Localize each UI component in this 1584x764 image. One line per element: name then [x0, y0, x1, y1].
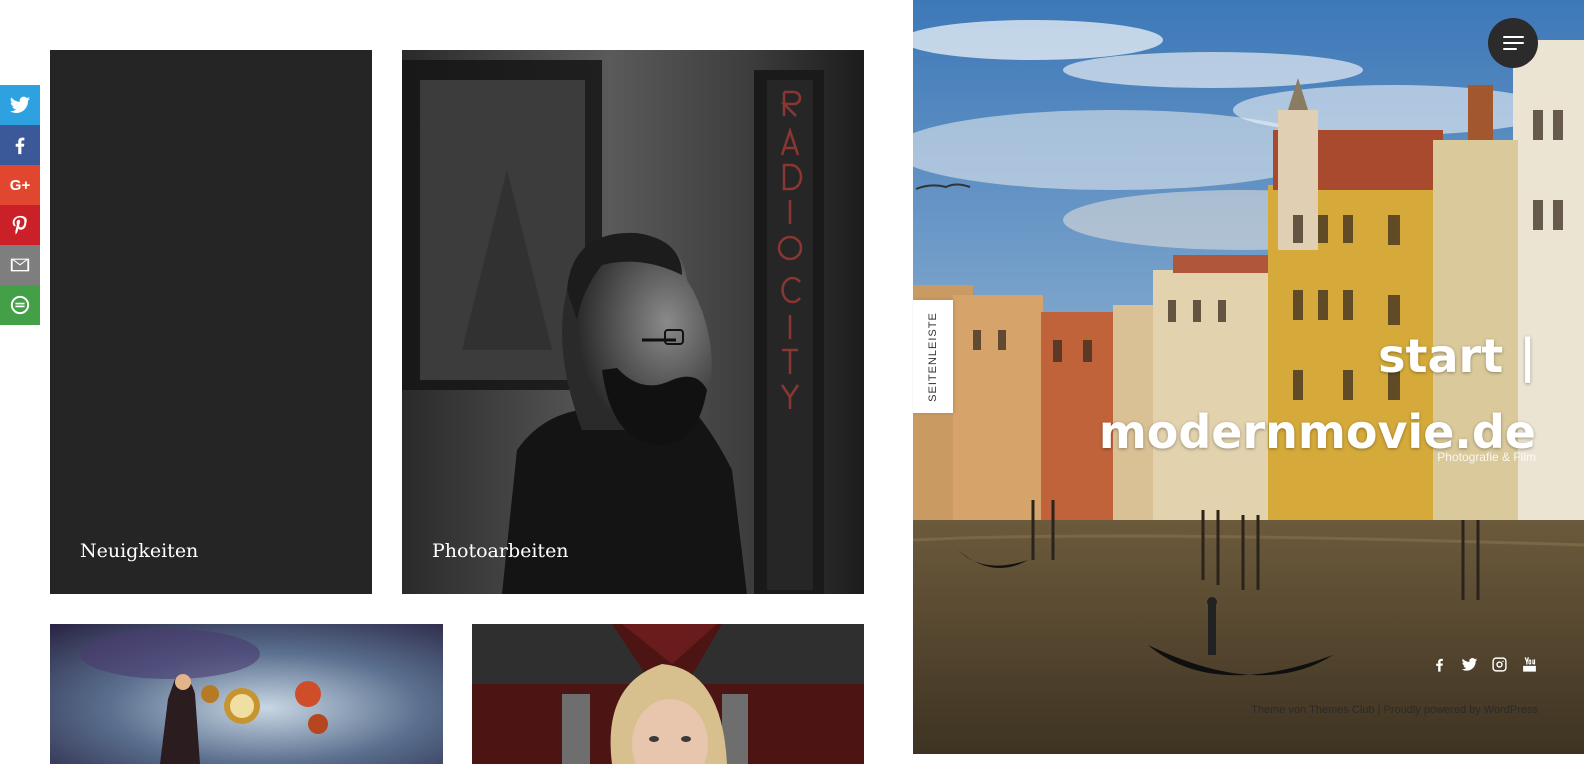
share-more-icon — [10, 295, 30, 315]
woman-portrait-image — [472, 624, 864, 764]
footer-prefix: Theme von — [1251, 704, 1307, 716]
pinterest-icon — [12, 215, 27, 235]
tile-portrait-artwork[interactable] — [472, 624, 864, 764]
wordpress-link[interactable]: WordPress — [1484, 704, 1538, 716]
fantasy-artwork-image — [50, 624, 443, 764]
instagram-icon[interactable] — [1491, 656, 1508, 673]
sidebar-tab-label: SEITENLEISTE — [927, 311, 939, 402]
share-more-button[interactable] — [0, 285, 40, 325]
menu-button[interactable] — [1488, 18, 1538, 68]
share-facebook-button[interactable] — [0, 125, 40, 165]
share-pinterest-button[interactable] — [0, 205, 40, 245]
site-tagline: Photografie & Film — [1437, 450, 1536, 464]
facebook-icon[interactable] — [1431, 656, 1448, 673]
tile-photoarbeiten[interactable]: Photoarbeiten — [402, 50, 864, 594]
twitter-icon[interactable] — [1461, 656, 1478, 673]
twitter-icon — [9, 96, 31, 113]
social-share-bar: G+ — [0, 85, 40, 325]
share-twitter-button[interactable] — [0, 85, 40, 125]
google-plus-icon: G+ — [9, 176, 31, 194]
tile-neuigkeiten[interactable]: Neuigkeiten — [50, 50, 372, 594]
tile-label: Photoarbeiten — [432, 540, 569, 562]
footer-credit: Theme von Themes Club | Proudly powered … — [1251, 704, 1538, 716]
share-email-button[interactable] — [0, 245, 40, 285]
youtube-icon[interactable] — [1521, 656, 1538, 673]
sidebar-toggle-tab[interactable]: SEITENLEISTE — [913, 300, 953, 413]
footer-middle: | Proudly powered by — [1377, 704, 1481, 716]
mail-icon — [10, 258, 30, 272]
tile-fantasy-artwork[interactable] — [50, 624, 443, 764]
hero-social-links — [1431, 656, 1538, 673]
share-google-plus-button[interactable]: G+ — [0, 165, 40, 205]
tile-label: Neuigkeiten — [80, 540, 199, 562]
facebook-icon — [15, 137, 25, 155]
theme-link[interactable]: Themes Club — [1309, 704, 1374, 716]
site-title[interactable]: start | modernmovie.de — [1016, 318, 1536, 470]
portrait-photo — [402, 50, 864, 594]
